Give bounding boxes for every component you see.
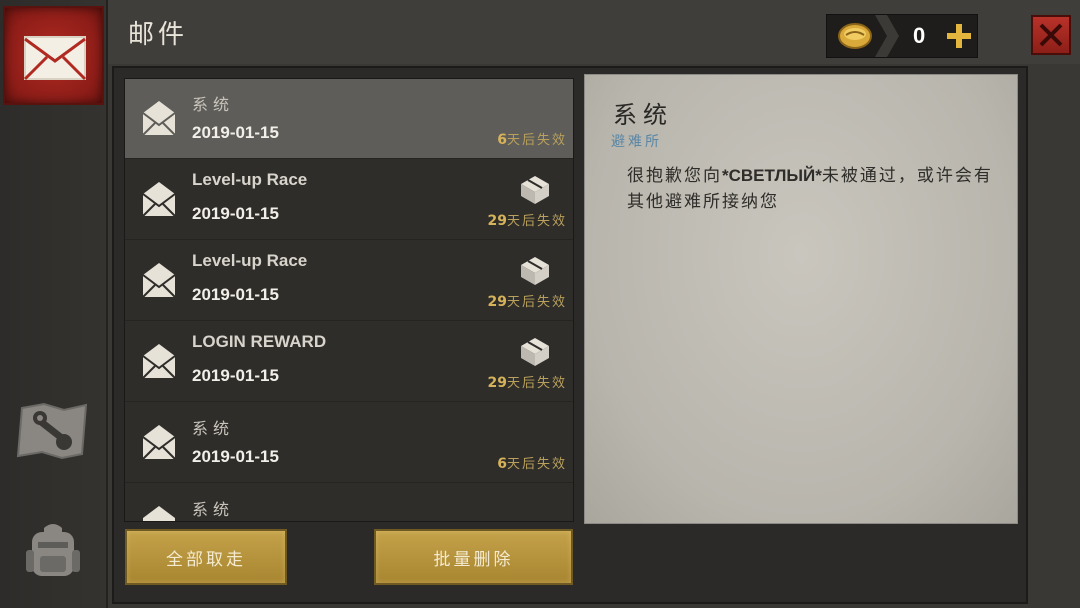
detail-body-highlight: *СВЕТЛЫЙ* [722, 166, 822, 185]
claim-all-button[interactable]: 全部取走 [125, 529, 287, 585]
mail-item[interactable]: Level-up Race 2019-01-15 29天后失效 [125, 160, 573, 240]
mail-date: 2019-01-15 [192, 204, 279, 223]
expiry-days: 6 [497, 456, 507, 472]
expiry-days: 29 [487, 213, 507, 229]
tab-backpack[interactable] [24, 520, 82, 586]
envelope-icon [142, 344, 176, 379]
plus-icon[interactable] [945, 22, 973, 50]
mail-date: 2019-01-15 [192, 447, 279, 466]
tab-mail[interactable] [3, 6, 104, 105]
gift-box-icon [521, 338, 549, 366]
mail-date: 2019-01-15 [192, 123, 279, 142]
expiry-days: 29 [487, 375, 507, 391]
mail-sender: 系统 [192, 419, 235, 438]
close-button[interactable] [1031, 15, 1071, 55]
gift-box-icon [521, 176, 549, 204]
mail-expiry: 29天后失效 [488, 291, 568, 310]
mail-sender: Level-up Race [192, 251, 308, 270]
expiry-label: 天后失效 [506, 214, 567, 229]
mail-sender: 系统 [192, 500, 235, 519]
mail-date: 2019-01-15 [192, 285, 279, 304]
envelope-icon [23, 36, 87, 81]
gold-coin-icon [838, 23, 872, 49]
mail-item[interactable]: LOGIN REWARD 2019-01-15 29天后失效 [125, 322, 573, 402]
backpack-icon [26, 524, 80, 576]
expiry-label: 天后失效 [506, 133, 567, 148]
expiry-label: 天后失效 [506, 376, 567, 391]
mail-expiry: 6天后失效 [497, 453, 567, 472]
detail-title: 系统 [613, 101, 673, 129]
mail-expiry: 29天后失效 [488, 372, 568, 391]
detail-body-prefix: 很抱歉您向 [627, 166, 722, 186]
expiry-label: 天后失效 [506, 457, 567, 472]
mail-item[interactable]: 系统 2019-01-15 6天后失效 [125, 79, 573, 159]
mail-date: 2019-01-15 [192, 366, 279, 385]
tab-map[interactable] [16, 402, 90, 464]
mail-list[interactable]: 系统 2019-01-15 6天后失效 Level-up Race 2019-0… [124, 78, 574, 522]
expiry-days: 6 [497, 132, 507, 148]
detail-body: 很抱歉您向*СВЕТЛЫЙ*未被通过，或许会有其他避难所接纳您 [627, 163, 997, 215]
mail-item[interactable]: 系统 [125, 484, 573, 521]
mail-expiry: 29天后失效 [488, 210, 568, 229]
close-icon [1039, 23, 1063, 47]
mail-detail-panel: 系统 避难所 很抱歉您向*СВЕТЛЫЙ*未被通过，或许会有其他避难所接纳您 [584, 74, 1018, 524]
mail-expiry: 6天后失效 [497, 129, 567, 148]
gift-box-icon [521, 257, 549, 285]
currency-display: 0 [826, 14, 978, 58]
envelope-icon [142, 425, 176, 460]
page-title: 邮件 [128, 20, 189, 50]
envelope-icon [142, 263, 176, 298]
envelope-icon [142, 101, 176, 136]
mail-item[interactable]: Level-up Race 2019-01-15 29天后失效 [125, 241, 573, 321]
mail-sender: LOGIN REWARD [192, 332, 327, 351]
map-wrench-icon [16, 402, 88, 460]
expiry-label: 天后失效 [506, 295, 567, 310]
mail-sender: Level-up Race [192, 170, 308, 189]
expiry-days: 29 [487, 294, 507, 310]
detail-subtitle: 避难所 [611, 134, 662, 150]
side-tab-rail [0, 0, 108, 608]
mail-item[interactable]: 系统 2019-01-15 6天后失效 [125, 403, 573, 483]
currency-divider-chevron [875, 15, 899, 57]
batch-delete-button[interactable]: 批量删除 [374, 529, 573, 585]
envelope-icon [142, 182, 176, 217]
currency-amount: 0 [913, 23, 926, 48]
envelope-icon [143, 506, 175, 521]
mail-sender: 系统 [192, 95, 235, 114]
